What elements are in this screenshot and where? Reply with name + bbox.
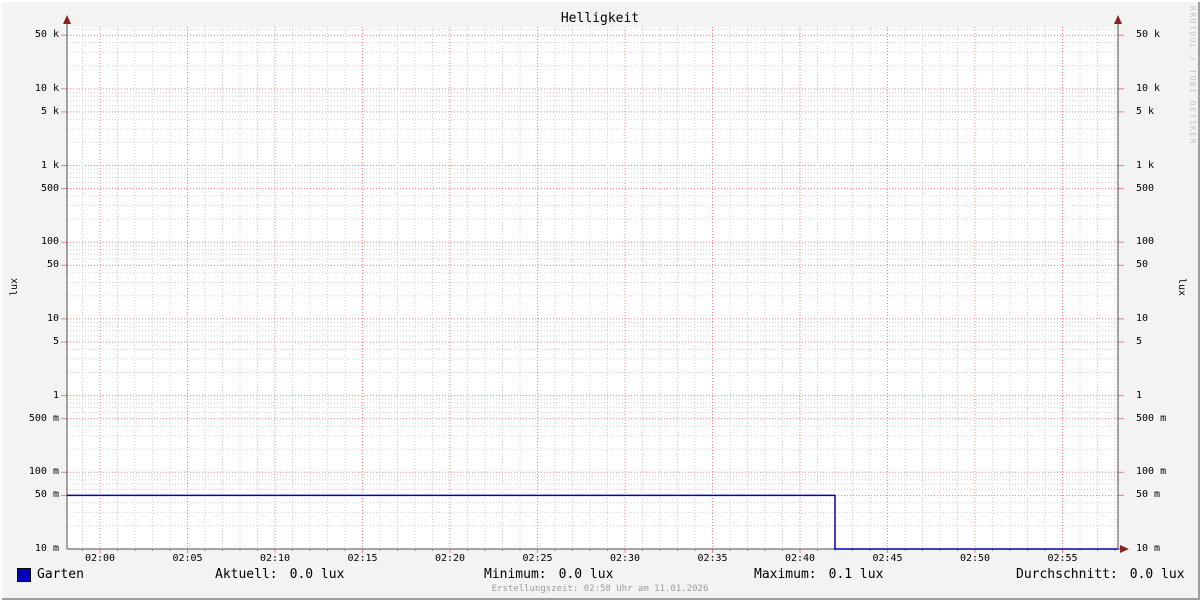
x-tick-label: 02:50 xyxy=(959,553,991,564)
x-tick-label: 02:25 xyxy=(522,553,553,564)
stat-maximum-label: Maximum: xyxy=(754,567,817,582)
legend-color-swatch xyxy=(17,568,31,582)
y-tick-label-left: 10 k xyxy=(34,82,59,94)
stat-minimum: Minimum: 0.0 lux xyxy=(484,567,613,582)
y-tick-label-right: 50 m xyxy=(1136,489,1161,501)
stat-aktuell: Aktuell: 0.0 lux xyxy=(215,567,344,582)
stat-minimum-label: Minimum: xyxy=(484,567,547,582)
stat-durchschnitt-label: Durchschnitt: xyxy=(1016,567,1118,582)
y-tick-label-right: 1 k xyxy=(1136,159,1155,171)
stat-durchschnitt: Durchschnitt: 0.0 lux xyxy=(1016,567,1185,582)
y-tick-label-left: 10 xyxy=(46,312,59,324)
arrow-up-right-icon xyxy=(1114,15,1122,24)
x-tick-label: 02:20 xyxy=(434,553,466,564)
y-tick-label-right: 10 k xyxy=(1136,82,1161,94)
legend-series-label: Garten xyxy=(37,567,84,582)
x-tick-label: 02:00 xyxy=(84,553,116,564)
y-tick-label-left: 100 m xyxy=(28,466,59,478)
chart-canvas xyxy=(61,15,1129,553)
y-tick-label-left: 50 k xyxy=(34,29,59,41)
y-tick-label-left: 5 k xyxy=(40,105,59,117)
stat-aktuell-value: 0.0 lux xyxy=(289,567,345,582)
x-tick-label: 02:05 xyxy=(172,553,203,564)
y-tick-label-right: 100 m xyxy=(1136,466,1167,478)
y-tick-label-left: 10 m xyxy=(34,543,59,554)
y-tick-label-right: 1 xyxy=(1136,389,1143,401)
y-tick-label-left: 50 xyxy=(46,259,59,271)
stat-minimum-value: 0.0 lux xyxy=(558,567,614,582)
legend-and-stats-row: Garten Aktuell: 0.0 lux Minimum: 0.0 lux M… xyxy=(0,567,1200,582)
y-tick-label-right: 100 xyxy=(1136,236,1155,248)
arrow-up-left-icon xyxy=(63,15,71,24)
y-tick-label-left: 50 m xyxy=(34,489,59,501)
arrow-right-icon xyxy=(1120,545,1129,553)
y-tick-label-left: 500 xyxy=(40,182,59,194)
x-tick-label: 02:30 xyxy=(609,553,641,564)
stat-maximum-value: 0.1 lux xyxy=(828,567,884,582)
y-tick-label-right: 500 m xyxy=(1136,412,1167,424)
x-tick-label: 02:55 xyxy=(1047,553,1078,564)
stat-durchschnitt-value: 0.0 lux xyxy=(1129,567,1185,582)
plot-area xyxy=(67,27,1118,549)
y-tick-label-left: 500 m xyxy=(28,412,59,424)
x-tick-label: 02:10 xyxy=(259,553,291,564)
y-tick-label-right: 500 xyxy=(1136,182,1155,194)
x-tick-label: 02:45 xyxy=(872,553,903,564)
y-tick-label-right: 10 m xyxy=(1136,543,1161,554)
y-tick-label-left: 5 xyxy=(52,336,59,347)
y-tick-label-left: 1 k xyxy=(40,159,59,171)
y-tick-label-left: 100 xyxy=(40,236,59,248)
y-tick-label-right: 50 k xyxy=(1136,29,1161,41)
y-tick-label-left: 1 xyxy=(52,389,59,401)
creation-timestamp: Erstellungszeit: 02:58 Uhr am 11.01.2026 xyxy=(491,584,709,594)
rrdtool-graph: Helligkeit RRDTOOL / TOBI OETIKER lux lu… xyxy=(0,0,1200,600)
x-tick-label: 02:35 xyxy=(697,553,728,564)
stat-maximum: Maximum: 0.1 lux xyxy=(754,567,883,582)
x-tick-label: 02:15 xyxy=(347,553,378,564)
y-tick-label-right: 5 k xyxy=(1136,105,1155,117)
stat-aktuell-label: Aktuell: xyxy=(215,567,278,582)
y-tick-label-right: 50 xyxy=(1136,259,1149,271)
x-tick-label: 02:40 xyxy=(784,553,816,564)
y-tick-label-right: 5 xyxy=(1136,336,1143,347)
y-tick-label-right: 10 xyxy=(1136,312,1149,324)
